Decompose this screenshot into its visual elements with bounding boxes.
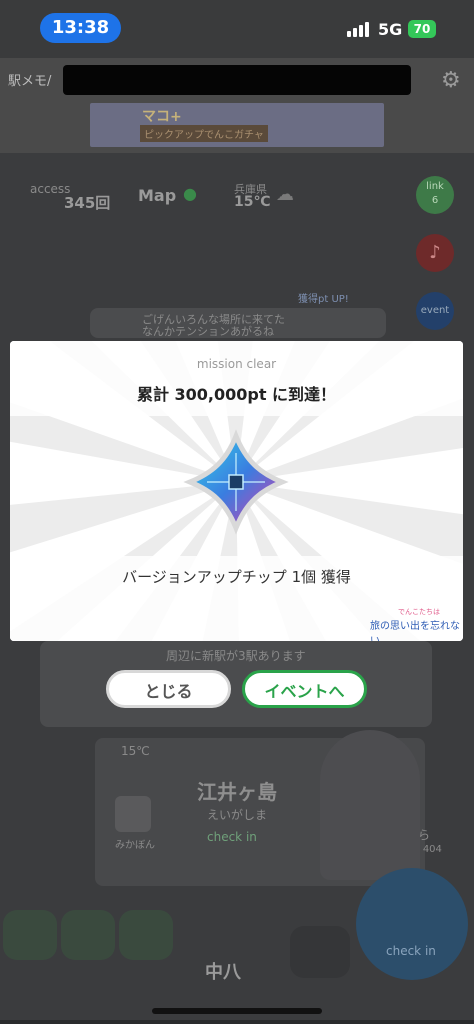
banner-subtitle: ピックアップでんこガチャ <box>140 125 268 142</box>
top-bar: 駅メモ/ ⚙ マコ+ ピックアップでんこガチャ <box>0 58 474 153</box>
list-icon[interactable] <box>61 910 115 960</box>
redacted-bar <box>63 65 411 95</box>
notice-card: 周辺に新駅が3駅あります <box>40 641 432 727</box>
list-icon[interactable] <box>119 910 173 960</box>
banner-title: マコ+ <box>142 109 182 125</box>
station-checkin: check in <box>207 830 257 844</box>
message-card: ごげんいろんな場所に来てた なんかテンションあがるね <box>90 308 386 338</box>
station-name: 江井ヶ島 <box>197 780 277 804</box>
mission-clear-modal: mission clear 累計 300,000pt に到達！ バージョンアップ… <box>10 341 463 641</box>
home-indicator <box>152 1008 322 1014</box>
app-label: 駅メモ/ <box>8 74 52 89</box>
modal-headline: 累計 300,000pt に到達！ <box>136 385 337 404</box>
message-line2: なんかテンションあがるね <box>142 325 274 338</box>
status-bar: 13:38 5G 70 <box>0 0 474 58</box>
bag-icon[interactable] <box>290 926 350 978</box>
bell-icon[interactable]: ♪ <box>416 234 454 272</box>
temperature: 15℃ <box>234 194 271 210</box>
link-badge-value: 6 <box>431 195 439 206</box>
access-count: 345回 <box>64 194 111 212</box>
link-badge[interactable]: link 6 <box>416 176 454 214</box>
map-button[interactable]: Map <box>138 186 176 205</box>
checkin-button[interactable]: check in <box>356 868 468 980</box>
logo-small-text: でんこたちは <box>398 608 440 616</box>
battery-indicator: 70 <box>408 20 436 38</box>
status-time: 13:38 <box>40 13 121 43</box>
logo-text: 旅の思い出を忘れない <box>370 621 460 641</box>
reward-text: バージョンアップチップ 1個 獲得 <box>122 568 351 586</box>
bonus-badge: 獲得pt UP! <box>298 294 349 305</box>
link-badge-label: link <box>426 181 444 192</box>
character-icon <box>115 796 151 832</box>
network-label: 5G <box>378 20 403 39</box>
home-icon[interactable] <box>3 910 57 960</box>
map-pin-icon: ● <box>183 184 197 203</box>
character-illustration <box>320 730 420 880</box>
modal-title: mission clear <box>196 357 277 371</box>
station-reading: えいがしま <box>207 808 268 822</box>
gacha-banner[interactable]: マコ+ ピックアップでんこガチャ <box>90 103 384 147</box>
close-button[interactable]: とじる <box>106 670 231 708</box>
event-button[interactable]: event <box>416 292 454 330</box>
checkin-button-label: check in <box>386 944 436 958</box>
station-temp: 15℃ <box>121 744 150 758</box>
cloud-icon: ☁ <box>276 184 294 205</box>
signal-icon <box>347 22 369 37</box>
denko-name: みかぼん <box>115 840 155 851</box>
notice-text: 周辺に新駅が3駅あります <box>166 649 306 663</box>
event-button[interactable]: イベントへ <box>242 670 367 708</box>
next-station: 中八 <box>205 962 241 983</box>
gear-icon[interactable]: ⚙ <box>441 68 461 93</box>
